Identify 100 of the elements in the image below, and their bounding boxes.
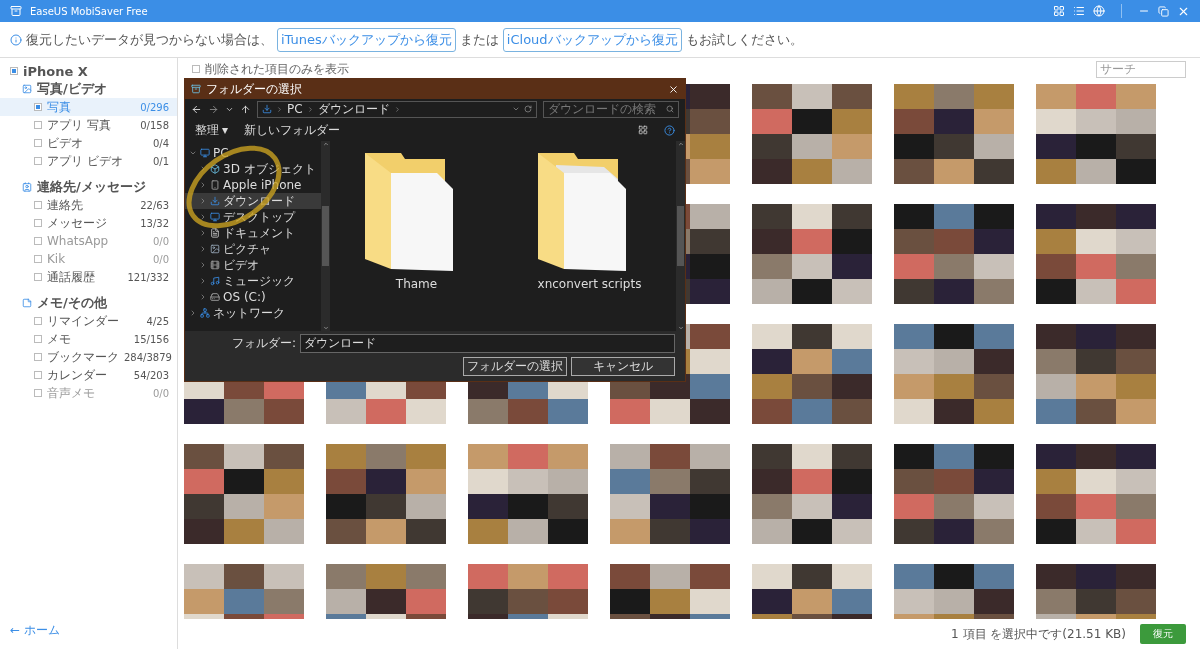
- app-logo-icon: [10, 5, 22, 17]
- item-count: 121/332: [127, 271, 169, 283]
- cancel-button[interactable]: キャンセル: [571, 357, 675, 376]
- category-label: アプリ 写真: [47, 116, 112, 134]
- folder-tree-item[interactable]: ネットワーク: [185, 305, 321, 321]
- category-item[interactable]: アプリ 写真 0/158: [0, 116, 177, 134]
- info-text: 復元したいデータが見つからない場合は、: [26, 30, 273, 49]
- organize-button[interactable]: 整理 ▾: [195, 121, 229, 139]
- filter-label: 削除された項目のみを表示: [205, 60, 350, 78]
- breadcrumb[interactable]: ダウンロード: [317, 100, 390, 118]
- folder-tree-item[interactable]: OS (C:): [185, 289, 321, 305]
- itunes-restore-link[interactable]: iTunesバックアップから復元: [277, 27, 456, 52]
- folder-item[interactable]: xnconvert scripts: [533, 149, 646, 331]
- search-icon: [666, 105, 674, 113]
- help-icon[interactable]: [664, 124, 675, 136]
- icloud-restore-link[interactable]: iCloudバックアップから復元: [502, 27, 682, 52]
- globe-icon[interactable]: [1093, 5, 1105, 17]
- category-label: Kik: [47, 252, 67, 266]
- category-item[interactable]: アプリ ビデオ 0/1: [0, 152, 177, 170]
- checkbox[interactable]: [34, 219, 42, 227]
- checkbox[interactable]: [34, 273, 42, 281]
- refresh-icon[interactable]: [524, 105, 532, 113]
- address-bar[interactable]: PC ダウンロード: [257, 100, 537, 118]
- item-count: 54/203: [133, 369, 169, 381]
- checkbox[interactable]: [10, 67, 18, 75]
- checkbox[interactable]: [34, 121, 42, 129]
- search-box[interactable]: ダウンロードの検索: [543, 100, 679, 118]
- close-icon[interactable]: [668, 83, 679, 95]
- dropdown-icon[interactable]: [512, 105, 520, 113]
- category-title[interactable]: 写真/ビデオ: [37, 80, 169, 98]
- forward-arrow-icon[interactable]: [208, 103, 219, 115]
- folder-item[interactable]: Thame: [360, 149, 473, 331]
- item-count: 0/0: [152, 387, 169, 399]
- notes-category-icon: [22, 298, 32, 308]
- item-count: 0/1: [152, 155, 169, 167]
- category-label: ブックマーク: [47, 348, 119, 366]
- new-folder-button[interactable]: 新しいフォルダー: [244, 121, 341, 139]
- checkbox[interactable]: [34, 201, 42, 209]
- category-title[interactable]: 連絡先/メッセージ: [37, 178, 169, 196]
- view-icon[interactable]: [638, 125, 648, 135]
- category-item[interactable]: ブックマーク 284/3879: [0, 348, 177, 366]
- grid-icon[interactable]: [1053, 5, 1065, 17]
- restore-icon[interactable]: [1158, 5, 1169, 17]
- download-icon: [210, 196, 220, 206]
- folder-tree-item[interactable]: ビデオ: [185, 257, 321, 273]
- item-count: 22/63: [140, 199, 169, 211]
- contacts-category-icon: [22, 182, 32, 192]
- folder-name: xnconvert scripts: [537, 277, 642, 291]
- item-count: 13/32: [140, 217, 169, 229]
- scroll-down-icon[interactable]: [677, 325, 684, 331]
- up-arrow-icon[interactable]: [240, 103, 251, 115]
- category-item[interactable]: メモ 15/156: [0, 330, 177, 348]
- folder-tree-item[interactable]: ミュージック: [185, 273, 321, 289]
- category-item[interactable]: メッセージ 13/32: [0, 214, 177, 232]
- search-field[interactable]: ダウンロードの検索: [548, 102, 664, 116]
- home-link[interactable]: ← ホーム: [10, 622, 177, 639]
- info-icon: [10, 33, 22, 46]
- select-folder-button[interactable]: フォルダーの選択: [463, 357, 567, 376]
- category-item[interactable]: リマインダー 4/25: [0, 312, 177, 330]
- item-count: 4/25: [146, 315, 169, 327]
- checkbox[interactable]: [34, 371, 42, 379]
- category-label: 音声メモ: [47, 384, 96, 402]
- item-count: 0/158: [140, 119, 169, 131]
- folder-field[interactable]: ダウンロード: [300, 334, 675, 353]
- dialog-icon: [191, 84, 201, 94]
- scroll-down-icon[interactable]: [322, 325, 329, 331]
- category-item[interactable]: 通話履歴 121/332: [0, 268, 177, 286]
- menu-icon[interactable]: [1073, 5, 1085, 17]
- scrollbar[interactable]: [676, 141, 685, 331]
- scroll-up-icon[interactable]: [677, 141, 684, 147]
- back-arrow-icon[interactable]: [191, 103, 202, 115]
- cube-icon: [210, 164, 220, 174]
- breadcrumb[interactable]: PC: [287, 102, 303, 116]
- checkbox[interactable]: [34, 317, 42, 325]
- video-icon: [210, 260, 220, 270]
- checkbox[interactable]: [34, 103, 42, 111]
- category-item[interactable]: ビデオ 0/4: [0, 134, 177, 152]
- folder-label: フォルダー:: [231, 335, 296, 352]
- desktop-icon: [210, 212, 220, 222]
- checkbox[interactable]: [34, 353, 42, 361]
- item-count: 284/3879: [124, 351, 172, 363]
- scrollbar[interactable]: [321, 141, 330, 331]
- restore-button[interactable]: 復元: [1140, 624, 1186, 644]
- dialog-title: フォルダーの選択: [206, 80, 303, 98]
- item-count: 15/156: [133, 333, 169, 345]
- network-icon: [200, 308, 210, 318]
- category-item[interactable]: 連絡先 22/63: [0, 196, 177, 214]
- checkbox[interactable]: [34, 157, 42, 165]
- scroll-up-icon[interactable]: [322, 141, 329, 147]
- folder-tree-item[interactable]: ダウンロード: [185, 193, 321, 209]
- category-title[interactable]: メモ/その他: [37, 294, 169, 312]
- folder-tree-item[interactable]: ドキュメント: [185, 225, 321, 241]
- category-item[interactable]: カレンダー 54/203: [0, 366, 177, 384]
- selection-status: 1 項目 を選択中です(21.51 KB): [951, 625, 1126, 643]
- checkbox[interactable]: [34, 139, 42, 147]
- folder-tree-item[interactable]: ピクチャ: [185, 241, 321, 257]
- search-field[interactable]: サーチ: [1096, 60, 1186, 78]
- collapse-icon[interactable]: [189, 149, 197, 157]
- checkbox[interactable]: [34, 335, 42, 343]
- checkbox[interactable]: [192, 65, 200, 73]
